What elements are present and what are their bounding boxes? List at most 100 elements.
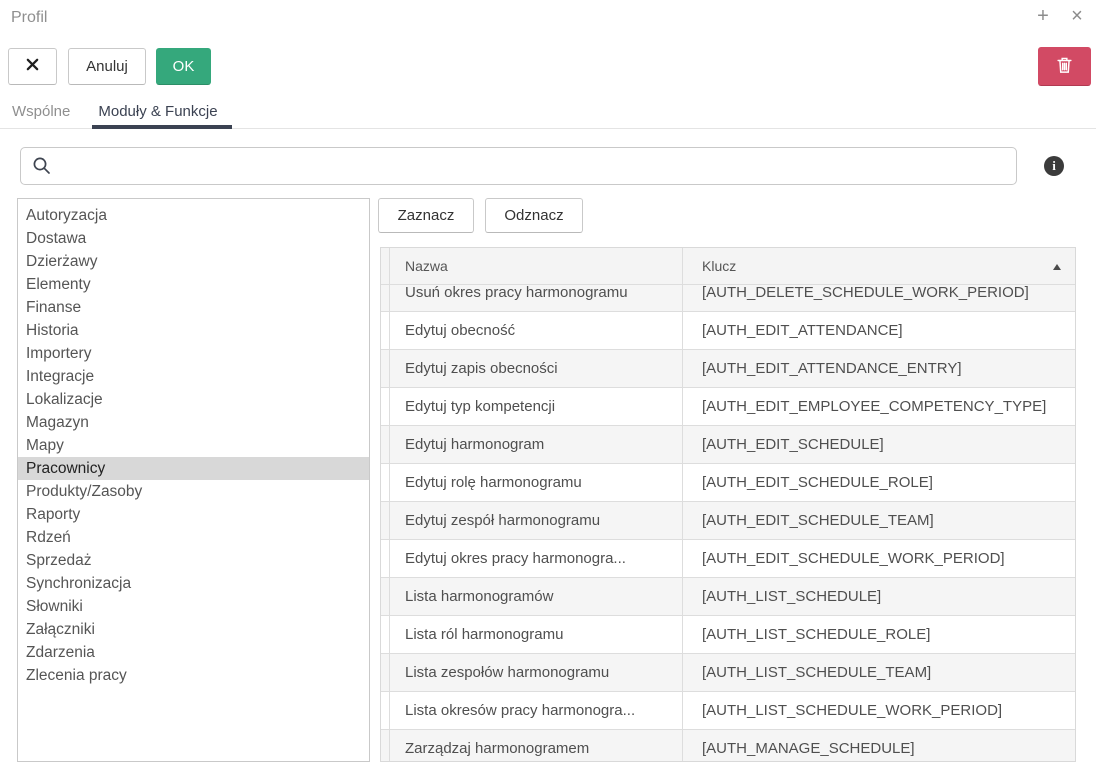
row-name: Edytuj harmonogram xyxy=(390,426,683,463)
row-gutter xyxy=(381,654,390,691)
sort-ascending-icon xyxy=(1053,264,1061,270)
row-key: [AUTH_EDIT_SCHEDULE_ROLE] xyxy=(683,464,1075,501)
close-icon xyxy=(25,57,40,76)
deselect-all-button[interactable]: Odznacz xyxy=(485,198,583,233)
search-input[interactable] xyxy=(20,147,1017,185)
select-all-button[interactable]: Zaznacz xyxy=(378,198,474,233)
delete-button[interactable] xyxy=(1038,47,1091,86)
row-name: Usuń okres pracy harmonogramu xyxy=(390,285,683,311)
window-controls: + × xyxy=(1032,4,1088,28)
row-name: Edytuj typ kompetencji xyxy=(390,388,683,425)
search-icon xyxy=(32,156,51,175)
table-rows: Usuń okres pracy harmonogramu[AUTH_DELET… xyxy=(381,285,1075,761)
row-gutter xyxy=(381,464,390,501)
ok-button[interactable]: OK xyxy=(156,48,211,85)
table-row[interactable]: Usuń okres pracy harmonogramu[AUTH_DELET… xyxy=(381,285,1075,312)
row-gutter xyxy=(381,388,390,425)
table-header: Nazwa Klucz xyxy=(381,248,1075,285)
module-item[interactable]: Rdzeń xyxy=(18,526,369,549)
table-row[interactable]: Edytuj rolę harmonogramu[AUTH_EDIT_SCHED… xyxy=(381,464,1075,502)
module-item[interactable]: Autoryzacja xyxy=(18,204,369,227)
table-row[interactable]: Edytuj zespół harmonogramu[AUTH_EDIT_SCH… xyxy=(381,502,1075,540)
row-gutter xyxy=(381,350,390,387)
module-list: AutoryzacjaDostawaDzierżawyElementyFinan… xyxy=(17,198,370,762)
row-key: [AUTH_EDIT_ATTENDANCE_ENTRY] xyxy=(683,350,1075,387)
module-item[interactable]: Synchronizacja xyxy=(18,572,369,595)
cancel-button[interactable]: Anuluj xyxy=(68,48,146,85)
table-row[interactable]: Lista okresów pracy harmonogra...[AUTH_L… xyxy=(381,692,1075,730)
row-key: [AUTH_EDIT_EMPLOYEE_COMPETENCY_TYPE] xyxy=(683,388,1075,425)
module-item[interactable]: Integracje xyxy=(18,365,369,388)
window-close-icon[interactable]: × xyxy=(1066,4,1088,28)
row-gutter xyxy=(381,312,390,349)
row-key: [AUTH_LIST_SCHEDULE] xyxy=(683,578,1075,615)
search-field xyxy=(20,147,1017,185)
row-name: Lista ról harmonogramu xyxy=(390,616,683,653)
tab-bar: Wspólne Moduły & Funkcje xyxy=(0,100,1096,129)
module-item[interactable]: Historia xyxy=(18,319,369,342)
table-row[interactable]: Edytuj typ kompetencji[AUTH_EDIT_EMPLOYE… xyxy=(381,388,1075,426)
row-name: Lista harmonogramów xyxy=(390,578,683,615)
row-name: Edytuj obecność xyxy=(390,312,683,349)
info-icon[interactable]: i xyxy=(1044,156,1064,176)
module-item[interactable]: Importery xyxy=(18,342,369,365)
permissions-table: Nazwa Klucz Usuń okres pracy harmonogram… xyxy=(380,247,1076,762)
row-key: [AUTH_EDIT_SCHEDULE] xyxy=(683,426,1075,463)
row-key: [AUTH_LIST_SCHEDULE_WORK_PERIOD] xyxy=(683,692,1075,729)
row-name: Lista zespołów harmonogramu xyxy=(390,654,683,691)
window-plus-icon[interactable]: + xyxy=(1032,4,1054,28)
module-item[interactable]: Dostawa xyxy=(18,227,369,250)
row-name: Edytuj zespół harmonogramu xyxy=(390,502,683,539)
column-header-klucz-label: Klucz xyxy=(702,258,736,274)
row-key: [AUTH_LIST_SCHEDULE_TEAM] xyxy=(683,654,1075,691)
row-key: [AUTH_LIST_SCHEDULE_ROLE] xyxy=(683,616,1075,653)
module-item[interactable]: Załączniki xyxy=(18,618,369,641)
row-key: [AUTH_DELETE_SCHEDULE_WORK_PERIOD] xyxy=(683,285,1075,311)
row-name: Zarządzaj harmonogramem xyxy=(390,730,683,761)
table-row[interactable]: Edytuj okres pracy harmonogra...[AUTH_ED… xyxy=(381,540,1075,578)
module-item[interactable]: Dzierżawy xyxy=(18,250,369,273)
trash-icon xyxy=(1056,56,1073,78)
row-gutter xyxy=(381,426,390,463)
module-item[interactable]: Elementy xyxy=(18,273,369,296)
row-key: [AUTH_MANAGE_SCHEDULE] xyxy=(683,730,1075,761)
table-row[interactable]: Lista zespołów harmonogramu[AUTH_LIST_SC… xyxy=(381,654,1075,692)
table-row[interactable]: Zarządzaj harmonogramem[AUTH_MANAGE_SCHE… xyxy=(381,730,1075,761)
tab-moduly-funkcje[interactable]: Moduły & Funkcje xyxy=(92,100,231,129)
row-key: [AUTH_EDIT_SCHEDULE_TEAM] xyxy=(683,502,1075,539)
module-item[interactable]: Sprzedaż xyxy=(18,549,369,572)
module-item[interactable]: Lokalizacje xyxy=(18,388,369,411)
row-key: [AUTH_EDIT_SCHEDULE_WORK_PERIOD] xyxy=(683,540,1075,577)
close-button[interactable] xyxy=(8,48,57,85)
module-item[interactable]: Słowniki xyxy=(18,595,369,618)
module-item[interactable]: Mapy xyxy=(18,434,369,457)
table-row[interactable]: Edytuj harmonogram[AUTH_EDIT_SCHEDULE] xyxy=(381,426,1075,464)
module-item[interactable]: Zdarzenia xyxy=(18,641,369,664)
module-item[interactable]: Finanse xyxy=(18,296,369,319)
row-gutter xyxy=(381,730,390,761)
row-name: Edytuj zapis obecności xyxy=(390,350,683,387)
row-gutter xyxy=(381,692,390,729)
tab-wspolne[interactable]: Wspólne xyxy=(6,100,76,129)
row-gutter xyxy=(381,578,390,615)
row-key: [AUTH_EDIT_ATTENDANCE] xyxy=(683,312,1075,349)
row-gutter xyxy=(381,616,390,653)
row-gutter xyxy=(381,285,390,311)
column-header-nazwa[interactable]: Nazwa xyxy=(390,248,683,284)
module-item[interactable]: Magazyn xyxy=(18,411,369,434)
module-item[interactable]: Raporty xyxy=(18,503,369,526)
table-row[interactable]: Lista ról harmonogramu[AUTH_LIST_SCHEDUL… xyxy=(381,616,1075,654)
column-header-klucz[interactable]: Klucz xyxy=(683,248,1075,284)
table-row[interactable]: Lista harmonogramów[AUTH_LIST_SCHEDULE] xyxy=(381,578,1075,616)
header-gutter xyxy=(381,248,390,284)
profil-dialog: Profil + × Anuluj OK Wspólne Moduły & Fu… xyxy=(0,0,1096,780)
row-gutter xyxy=(381,540,390,577)
table-row[interactable]: Edytuj obecność[AUTH_EDIT_ATTENDANCE] xyxy=(381,312,1075,350)
table-row[interactable]: Edytuj zapis obecności[AUTH_EDIT_ATTENDA… xyxy=(381,350,1075,388)
row-name: Lista okresów pracy harmonogra... xyxy=(390,692,683,729)
window-title: Profil xyxy=(11,9,47,27)
row-gutter xyxy=(381,502,390,539)
module-item[interactable]: Zlecenia pracy xyxy=(18,664,369,687)
module-item[interactable]: Produkty/Zasoby xyxy=(18,480,369,503)
module-item-selected[interactable]: Pracownicy xyxy=(18,457,369,480)
